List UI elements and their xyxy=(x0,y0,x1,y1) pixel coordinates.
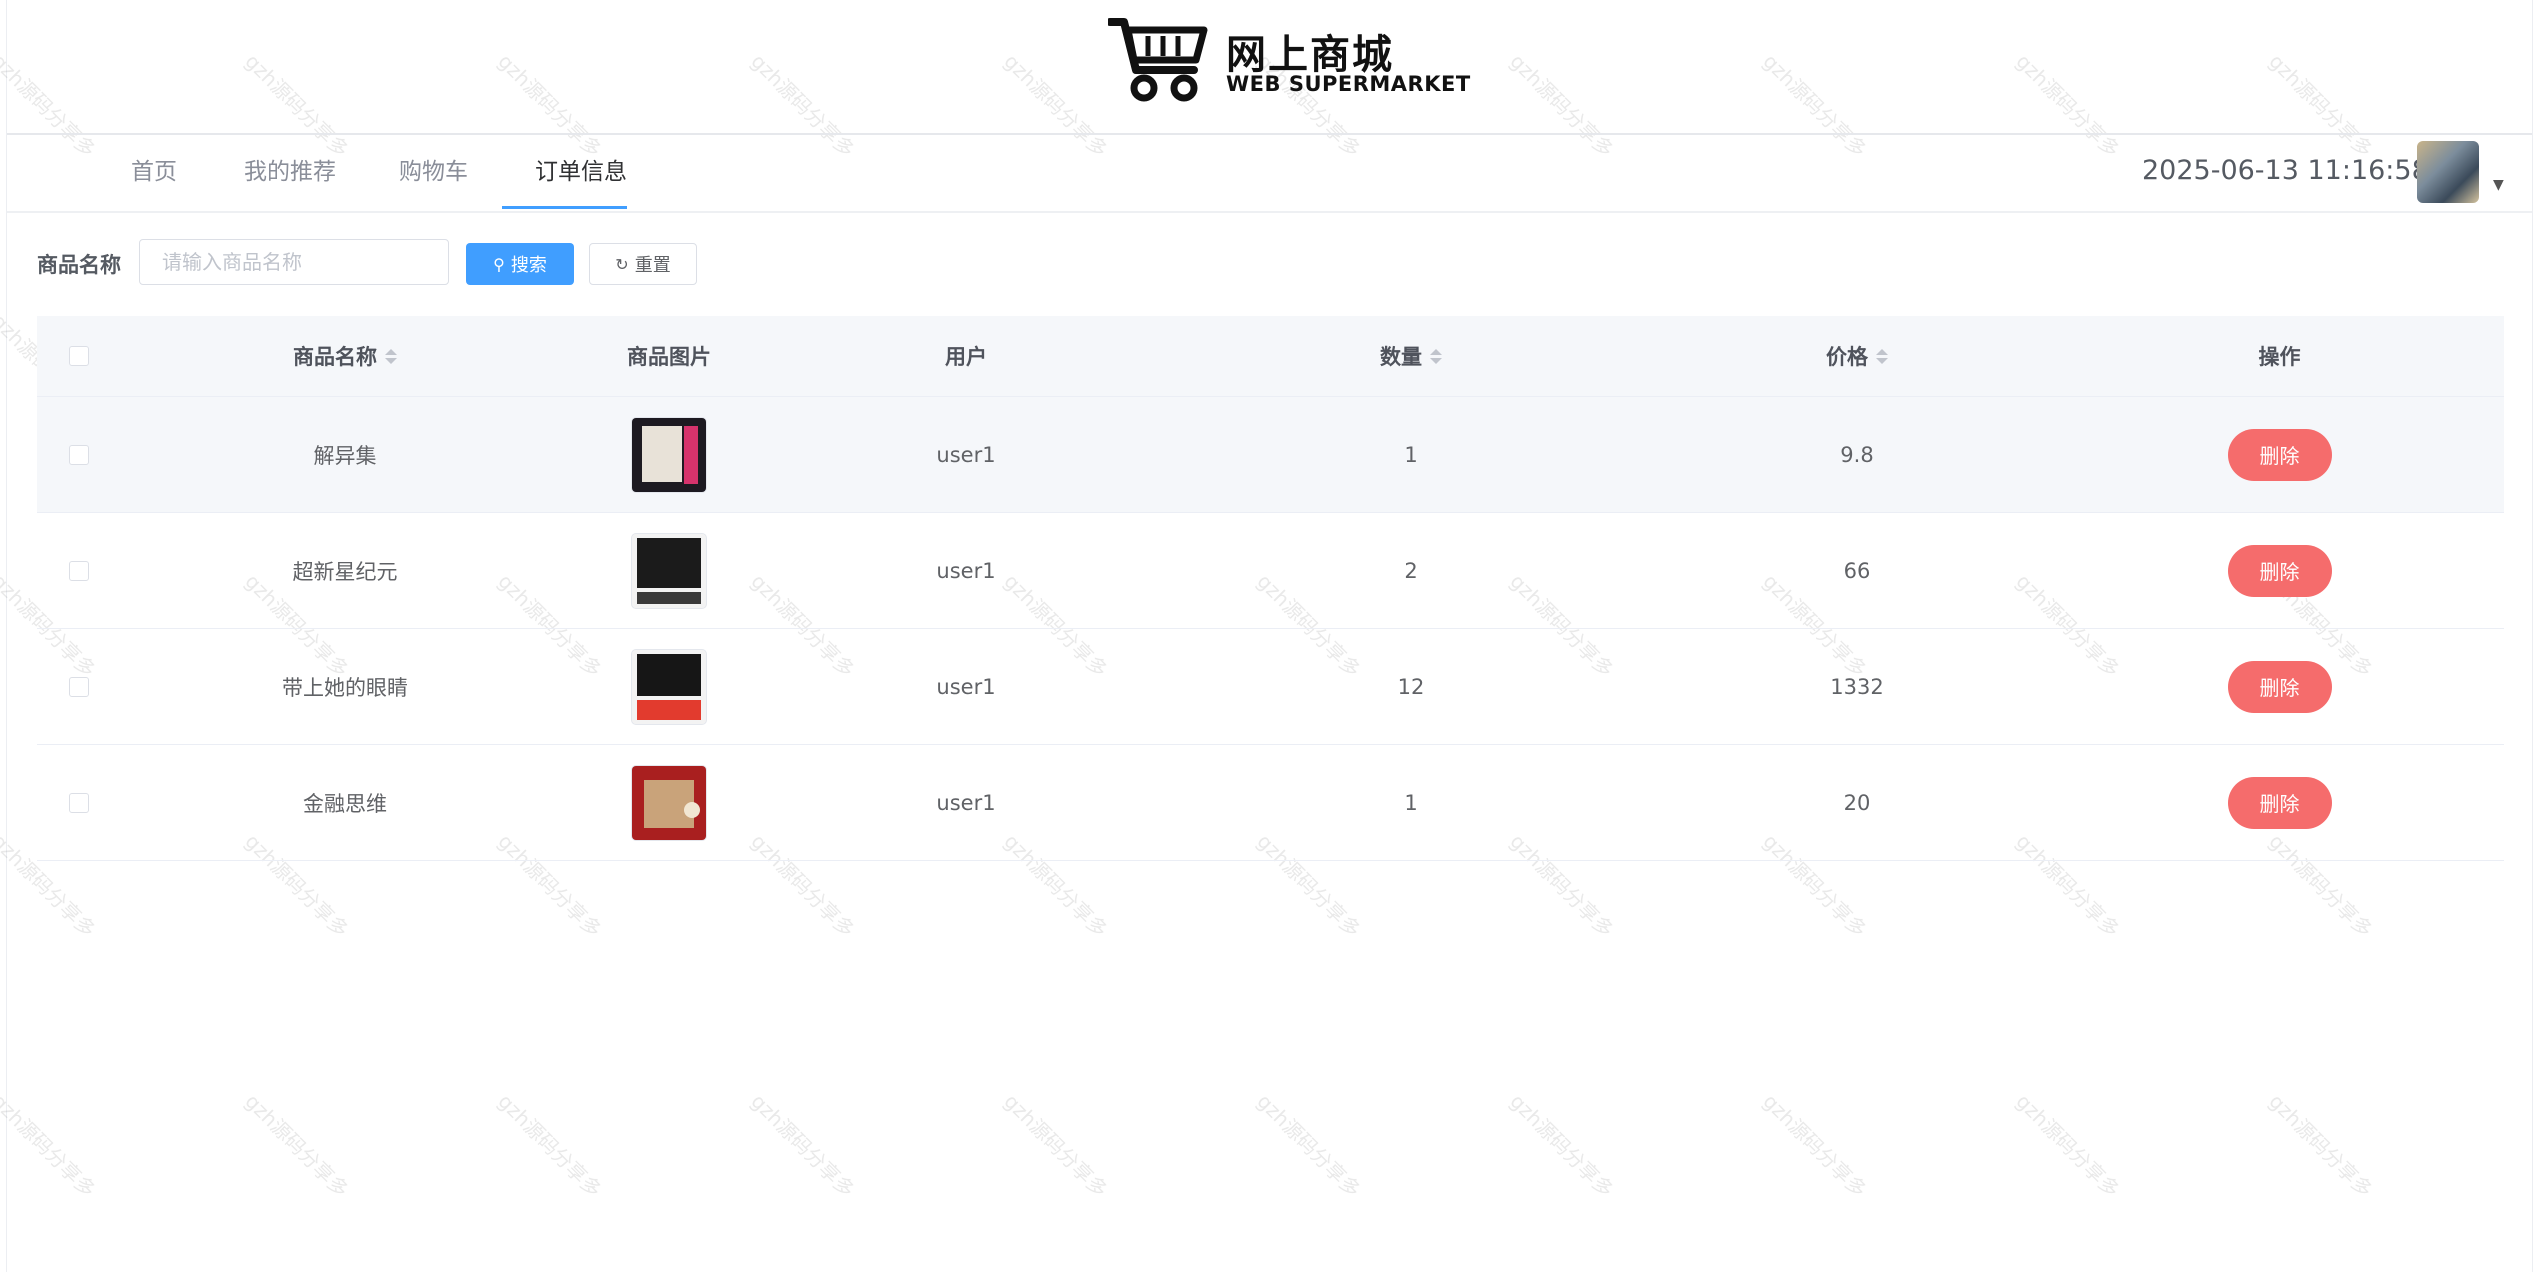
product-name: 带上她的眼睛 xyxy=(282,675,408,700)
nav-active-indicator xyxy=(502,206,627,209)
product-image[interactable] xyxy=(632,417,706,492)
column-header-action: 操作 xyxy=(2258,345,2301,369)
row-checkbox[interactable] xyxy=(69,676,89,697)
order-user: user1 xyxy=(936,674,996,699)
nav-item-cart[interactable]: 购物车 xyxy=(399,135,468,209)
order-price: 20 xyxy=(1843,790,1871,815)
product-name: 金融思维 xyxy=(303,791,387,816)
table-row: 带上她的眼睛 user1 12 1332 删除 xyxy=(37,629,2504,745)
delete-button[interactable]: 删除 xyxy=(2227,544,2332,597)
top-nav: 首页 我的推荐 购物车 订单信息 2025-06-13 11:16:58 ▼ xyxy=(7,135,2532,213)
search-label: 商品名称 xyxy=(37,253,121,277)
column-header-price: 价格 xyxy=(1826,345,1868,369)
table-row: 超新星纪元 user1 2 66 删除 xyxy=(37,513,2504,629)
order-price: 9.8 xyxy=(1840,442,1874,467)
product-image[interactable] xyxy=(632,649,706,724)
order-quantity: 12 xyxy=(1397,674,1425,699)
orders-table: 商品名称 商品图片 用户 数量 价格 操作 解异集 user1 1 9.8 删除… xyxy=(37,316,2504,861)
watermark-text: gzh源码分享多 xyxy=(2011,1089,2125,1203)
watermark-text: gzh源码分享多 xyxy=(999,1089,1113,1203)
watermark-text: gzh源码分享多 xyxy=(746,1089,860,1203)
search-icon: ⚲ xyxy=(493,254,505,274)
shopping-cart-icon xyxy=(1108,18,1208,102)
table-row: 金融思维 user1 1 20 删除 xyxy=(37,745,2504,861)
reset-button-label: 重置 xyxy=(634,255,671,276)
refresh-icon: ↻ xyxy=(615,254,629,274)
sort-icon[interactable] xyxy=(1876,348,1888,364)
product-name: 超新星纪元 xyxy=(292,559,398,584)
brand-logo[interactable]: 网上商城 WEB SUPERMARKET xyxy=(1108,14,1470,104)
search-button-label: 搜索 xyxy=(510,255,547,276)
column-header-quantity: 数量 xyxy=(1380,345,1422,369)
delete-button[interactable]: 删除 xyxy=(2227,776,2332,829)
product-image[interactable] xyxy=(632,765,706,840)
order-user: user1 xyxy=(936,442,996,467)
row-checkbox[interactable] xyxy=(69,560,89,581)
order-price: 1332 xyxy=(1830,674,1884,699)
column-header-image: 商品图片 xyxy=(627,345,711,369)
order-quantity: 2 xyxy=(1404,558,1418,583)
search-button[interactable]: ⚲ 搜索 xyxy=(466,243,574,285)
order-user: user1 xyxy=(936,790,996,815)
order-price: 66 xyxy=(1843,558,1871,583)
sort-icon[interactable] xyxy=(1430,348,1442,364)
order-quantity: 1 xyxy=(1404,442,1418,467)
order-quantity: 1 xyxy=(1404,790,1418,815)
product-name-input[interactable] xyxy=(139,239,449,285)
app-frame: gzh源码分享多 gzh源码分享多 gzh源码分享多 gzh源码分享多 gzh源码分享多… xyxy=(0,0,2533,1272)
nav-item-recommend[interactable]: 我的推荐 xyxy=(244,135,336,209)
select-all-checkbox[interactable] xyxy=(69,346,89,366)
order-user: user1 xyxy=(936,558,996,583)
row-checkbox[interactable] xyxy=(69,792,89,813)
column-header-name: 商品名称 xyxy=(293,345,377,369)
watermark-text: gzh源码分享多 xyxy=(1505,1089,1619,1203)
product-image[interactable] xyxy=(632,533,706,608)
watermark-text: gzh源码分享多 xyxy=(1758,1089,1872,1203)
brand-subtitle: WEB SUPERMARKET xyxy=(1226,72,1471,96)
row-checkbox[interactable] xyxy=(69,444,89,465)
sort-icon[interactable] xyxy=(385,348,397,364)
delete-button[interactable]: 删除 xyxy=(2227,660,2332,713)
nav-item-orders[interactable]: 订单信息 xyxy=(535,135,627,209)
product-name: 解异集 xyxy=(313,443,377,468)
site-header: 网上商城 WEB SUPERMARKET xyxy=(7,0,2532,135)
watermark-text: gzh源码分享多 xyxy=(0,1089,101,1203)
user-avatar[interactable] xyxy=(2417,141,2479,203)
watermark-text: gzh源码分享多 xyxy=(493,1089,607,1203)
watermark-text: gzh源码分享多 xyxy=(2264,1089,2378,1203)
current-datetime: 2025-06-13 11:16:58 xyxy=(2142,155,2429,186)
caret-down-icon[interactable]: ▼ xyxy=(2493,177,2504,193)
table-header: 商品名称 商品图片 用户 数量 价格 操作 xyxy=(37,316,2504,397)
watermark-text: gzh源码分享多 xyxy=(240,1089,354,1203)
table-row: 解异集 user1 1 9.8 删除 xyxy=(37,397,2504,513)
column-header-user: 用户 xyxy=(945,345,987,369)
nav-item-home[interactable]: 首页 xyxy=(131,135,177,209)
delete-button[interactable]: 删除 xyxy=(2227,428,2332,481)
watermark-text: gzh源码分享多 xyxy=(1252,1089,1366,1203)
reset-button[interactable]: ↻ 重置 xyxy=(589,243,697,285)
